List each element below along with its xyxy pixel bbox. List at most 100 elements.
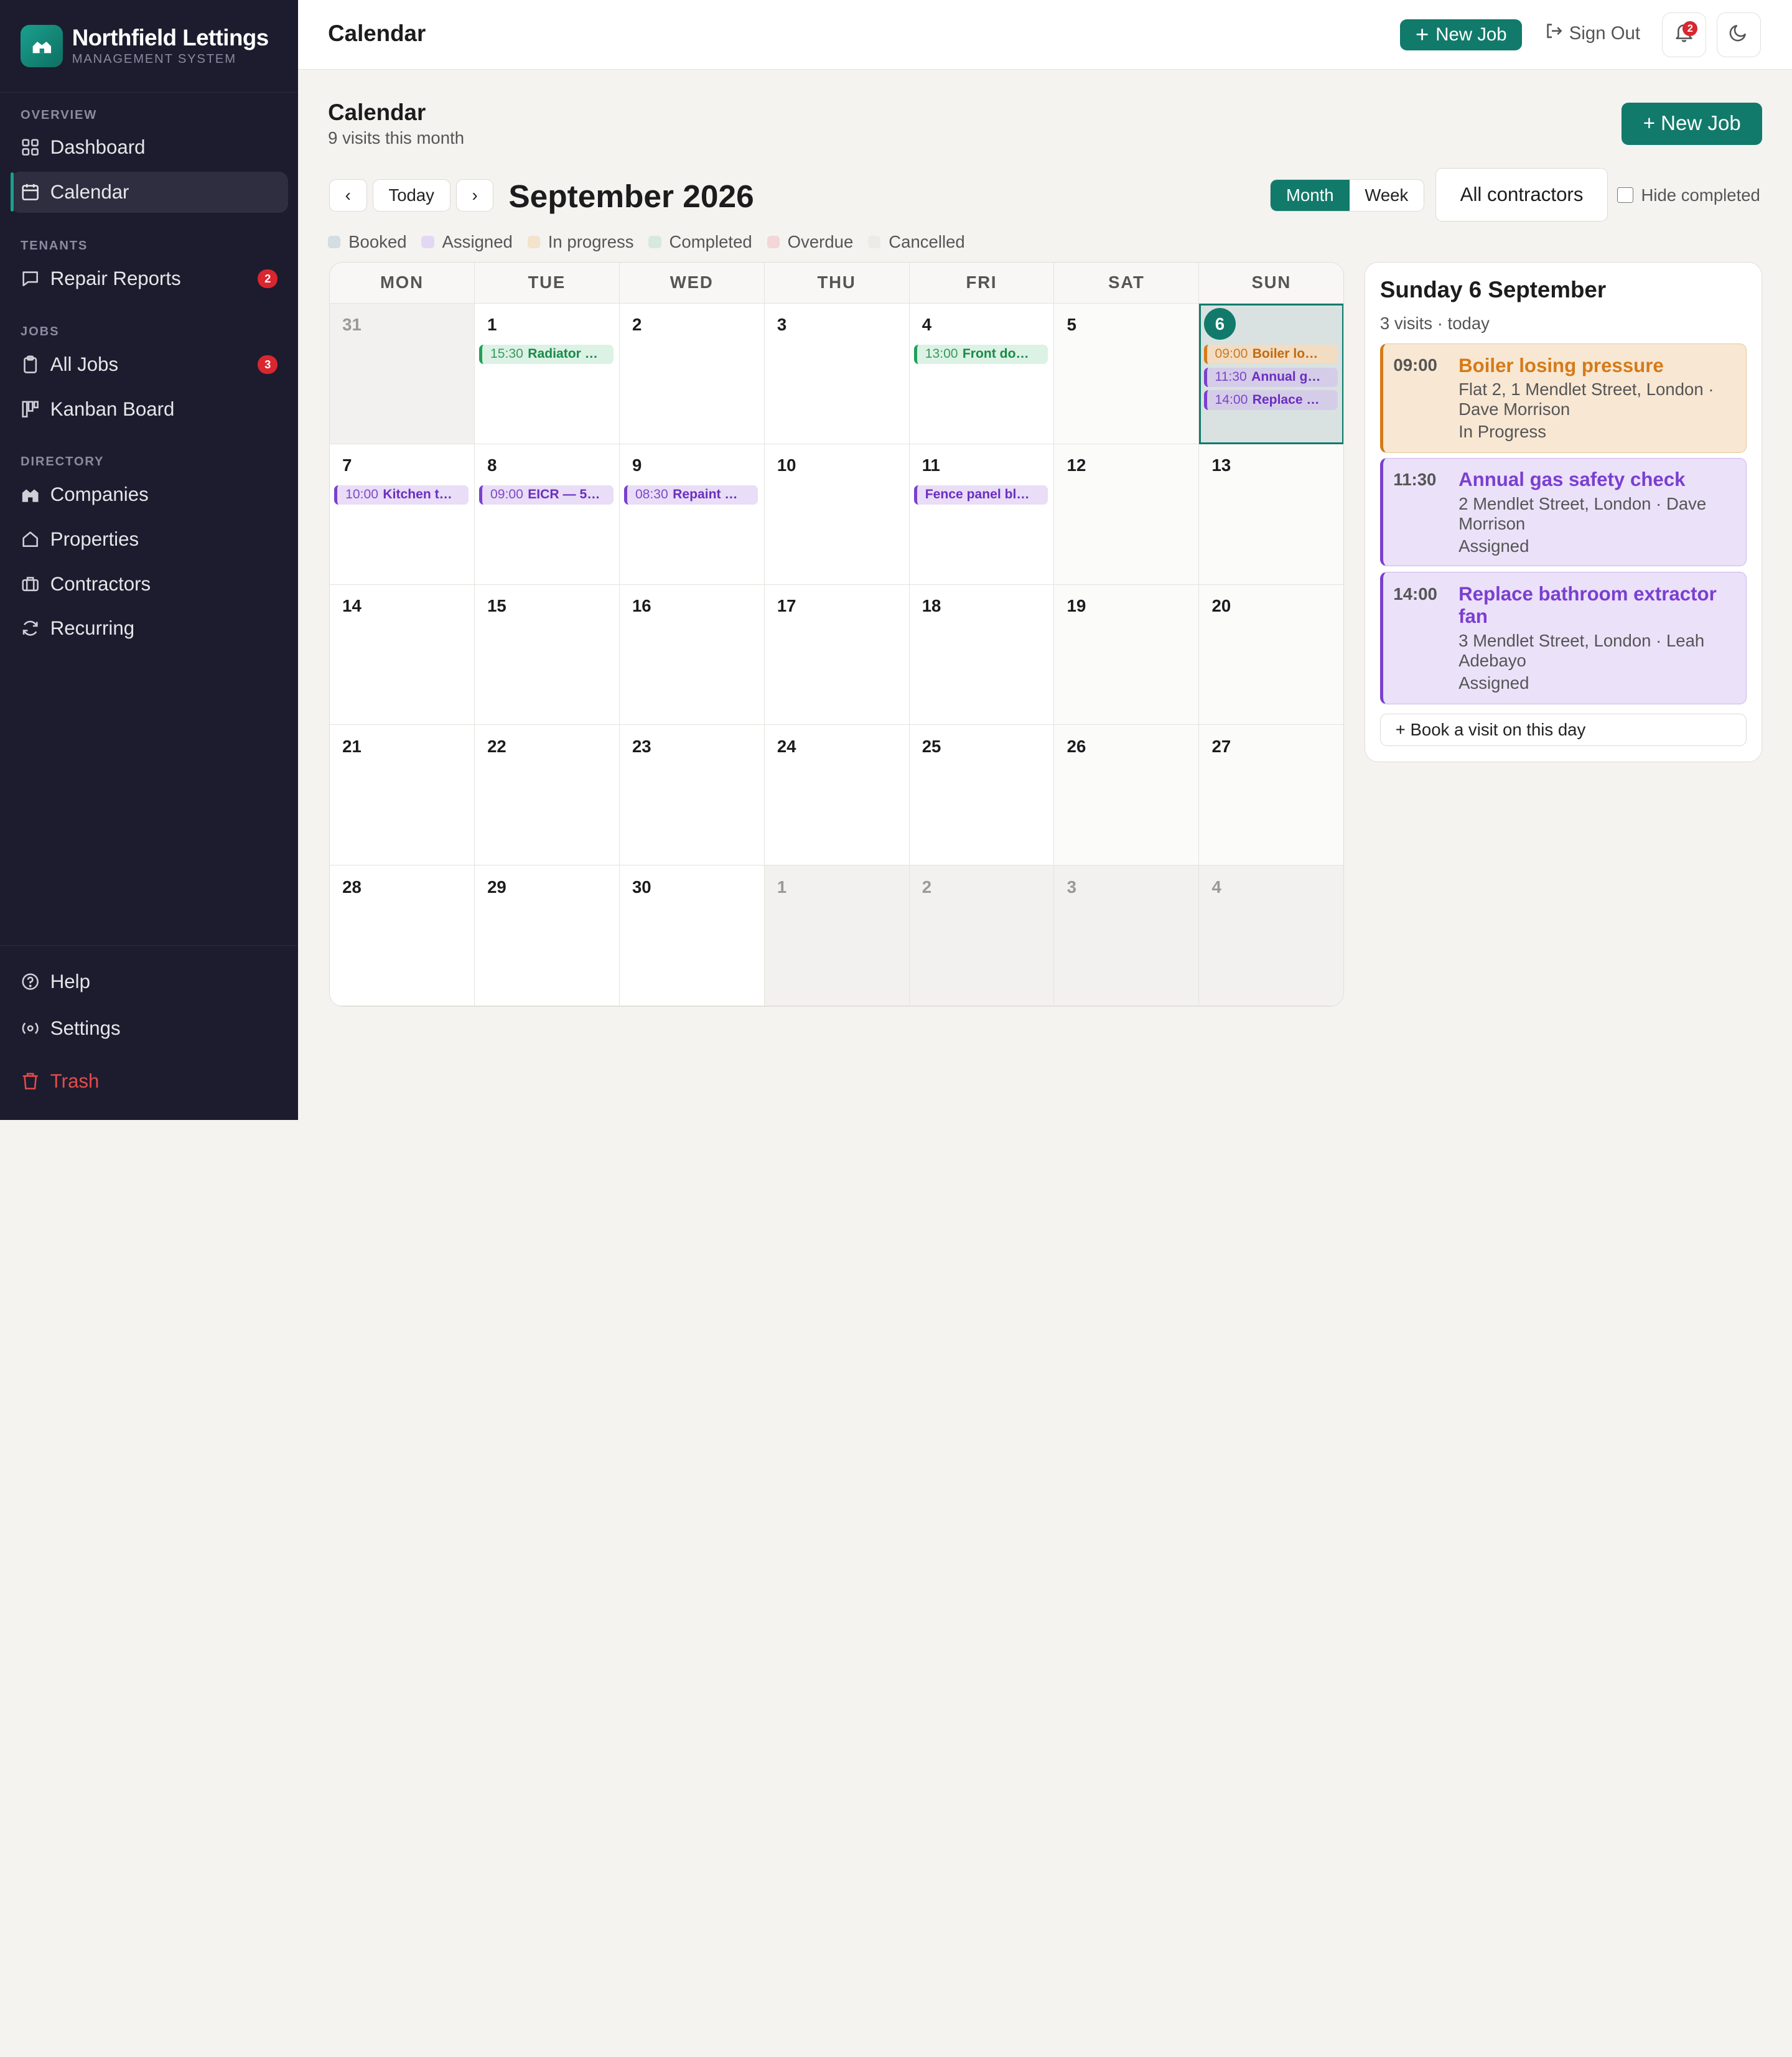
event-title: Replace … <box>1252 392 1320 407</box>
app-root: Northfield Lettings MANAGEMENT SYSTEM OV… <box>0 0 1792 1120</box>
calendar-day-cell[interactable]: 12 <box>1054 444 1200 585</box>
weekday-header: FRI <box>909 262 1055 304</box>
logout-icon <box>1545 22 1563 45</box>
calendar-day-cell[interactable]: 10 <box>764 444 910 585</box>
calendar-event-chip[interactable]: 14:00 Replace … <box>1203 390 1338 410</box>
calendar-day-cell[interactable]: 24 <box>764 725 910 866</box>
calendar-day-cell[interactable]: 15 <box>474 584 620 725</box>
event-time: 14:00 <box>1215 392 1248 407</box>
event-title: Annual g… <box>1251 370 1321 385</box>
sidebar-item-label: Contractors <box>50 572 151 595</box>
calendar-day-cell[interactable]: 18 <box>909 584 1055 725</box>
event-time: 13:00 <box>925 347 958 361</box>
calendar-day-cell[interactable]: 1 <box>764 865 910 1007</box>
calendar-day-cell[interactable]: 14 <box>329 584 475 725</box>
calendar-day-cell[interactable]: 31 <box>329 303 475 444</box>
sidebar-item-label: Help <box>50 970 90 992</box>
visit-address: 2 Mendlet Street, London · Dave Morrison <box>1458 493 1707 533</box>
calendar-day-cell[interactable]: 13 <box>1199 444 1343 585</box>
calendar-day-cell[interactable]: 8 09:00 EICR — 5… <box>474 444 620 585</box>
calendar-day-cell[interactable]: 7 10:00 Kitchen t… <box>329 444 475 585</box>
calendar-day-cell[interactable]: 26 <box>1054 725 1200 866</box>
calendar-day-cell[interactable]: 3 <box>764 303 910 444</box>
calendar-event-chip[interactable]: 15:30 Radiator … <box>479 344 614 365</box>
sign-out-button[interactable]: Sign Out <box>1545 22 1640 45</box>
theme-toggle-button[interactable] <box>1716 12 1762 57</box>
calendar-day-cell[interactable]: 23 <box>619 725 765 866</box>
sidebar-item-contractors[interactable]: Contractors <box>11 563 288 604</box>
calendar-day-cell[interactable]: 16 <box>619 584 765 725</box>
notification-count: 2 <box>1682 21 1698 36</box>
visit-card[interactable]: 09:00 Boiler losing pressure Flat 2, 1 M… <box>1379 343 1747 454</box>
calendar-day-cell[interactable]: 3 <box>1054 865 1200 1007</box>
calendar-event-chip[interactable]: 11:30 Annual g… <box>1203 367 1338 387</box>
sidebar-item-settings[interactable]: Settings <box>11 1008 288 1049</box>
sidebar-item-all-jobs[interactable]: All Jobs 3 <box>11 344 288 385</box>
new-job-button[interactable]: + New Job <box>1622 103 1763 146</box>
calendar-day-cell[interactable]: 19 <box>1054 584 1200 725</box>
calendar-event-chip[interactable]: 10:00 Kitchen t… <box>334 485 469 505</box>
next-month-button[interactable]: › <box>455 179 494 212</box>
calendar-day-cell[interactable]: 9 08:30 Repaint … <box>619 444 765 585</box>
prev-month-button[interactable]: ‹ <box>329 179 367 212</box>
calendar-event-chip[interactable]: 13:00 Front do… <box>913 344 1048 365</box>
calendar-day-cell[interactable]: 30 <box>619 865 765 1007</box>
weekday-header: TUE <box>474 262 620 304</box>
calendar-day-cell[interactable]: 2 <box>619 303 765 444</box>
visit-card[interactable]: 11:30 Annual gas safety check 2 Mendlet … <box>1379 457 1747 567</box>
day-number: 18 <box>922 595 941 615</box>
weekday-header: THU <box>764 262 910 304</box>
event-title: Fence panel bl… <box>925 487 1030 502</box>
sidebar-item-kanban[interactable]: Kanban Board <box>11 388 288 429</box>
calendar-day-cell[interactable]: 29 <box>474 865 620 1007</box>
day-number: 16 <box>632 595 651 615</box>
calendar-event-chip[interactable]: 09:00 EICR — 5… <box>479 485 614 505</box>
calendar-day-cell[interactable]: 25 <box>909 725 1055 866</box>
day-number: 22 <box>487 736 506 756</box>
calendar-event-chip[interactable]: 08:30 Repaint … <box>624 485 758 505</box>
calendar-day-cell[interactable]: 6 09:00 Boiler lo… 11:30 Annual g… 14:00 Repla… <box>1199 303 1343 444</box>
calendar-day-cell[interactable]: 28 <box>329 865 475 1007</box>
today-button[interactable]: Today <box>372 179 450 212</box>
day-number: 28 <box>342 877 362 897</box>
view-month-tab[interactable]: Month <box>1270 180 1350 211</box>
calendar-day-cell[interactable]: 22 <box>474 725 620 866</box>
sidebar-item-repair-reports[interactable]: Repair Reports 2 <box>11 258 288 299</box>
hide-completed-toggle[interactable]: Hide completed <box>1617 185 1760 205</box>
sidebar-item-calendar[interactable]: Calendar <box>10 171 288 213</box>
calendar-day-cell[interactable]: 27 <box>1199 725 1343 866</box>
notifications-button[interactable]: 2 <box>1661 12 1707 57</box>
sidebar-item-recurring[interactable]: Recurring <box>11 608 288 649</box>
topbar-new-job-button[interactable]: + New Job <box>1399 19 1523 50</box>
calendar-day-cell[interactable]: 11 Fence panel bl… <box>909 444 1055 585</box>
sidebar-item-companies[interactable]: Companies <box>11 474 288 515</box>
calendar-day-cell[interactable]: 2 <box>909 865 1055 1007</box>
calendar-day-cell[interactable]: 20 <box>1199 584 1343 725</box>
calendar-event-chip[interactable]: Fence panel bl… <box>913 485 1048 505</box>
calendar-day-cell[interactable]: 4 13:00 Front do… <box>909 303 1055 444</box>
sign-out-label: Sign Out <box>1569 22 1641 44</box>
visit-status: Assigned <box>1458 536 1529 556</box>
calendar-day-cell[interactable]: 5 <box>1054 303 1200 444</box>
contractor-filter-select[interactable]: All contractors <box>1435 167 1608 222</box>
sidebar-item-properties[interactable]: Properties <box>11 519 288 560</box>
calendar-day-cell[interactable]: 17 <box>764 584 910 725</box>
calendar-event-chip[interactable]: 09:00 Boiler lo… <box>1203 344 1338 365</box>
book-visit-button[interactable]: + Book a visit on this day <box>1379 714 1747 746</box>
day-number: 4 <box>922 315 932 335</box>
calendar-day-cell[interactable]: 4 <box>1199 865 1343 1007</box>
sidebar-item-label: Kanban Board <box>50 398 175 420</box>
sidebar-item-help[interactable]: Help <box>11 961 288 1002</box>
message-icon <box>21 269 40 289</box>
calendar-day-cell[interactable]: 1 15:30 Radiator … <box>474 303 620 444</box>
view-week-tab[interactable]: Week <box>1350 180 1423 210</box>
day-number: 3 <box>1066 877 1076 897</box>
brand[interactable]: Northfield Lettings MANAGEMENT SYSTEM <box>0 0 299 93</box>
calendar-day-cell[interactable]: 21 <box>329 725 475 866</box>
hide-completed-checkbox[interactable] <box>1617 187 1633 203</box>
day-number: 14 <box>342 595 362 615</box>
sidebar-item-trash[interactable]: Trash <box>11 1060 288 1101</box>
sidebar-item-dashboard[interactable]: Dashboard <box>11 127 288 168</box>
day-number: 15 <box>487 595 506 615</box>
visit-card[interactable]: 14:00 Replace bathroom extractor fan 3 M… <box>1379 572 1747 705</box>
